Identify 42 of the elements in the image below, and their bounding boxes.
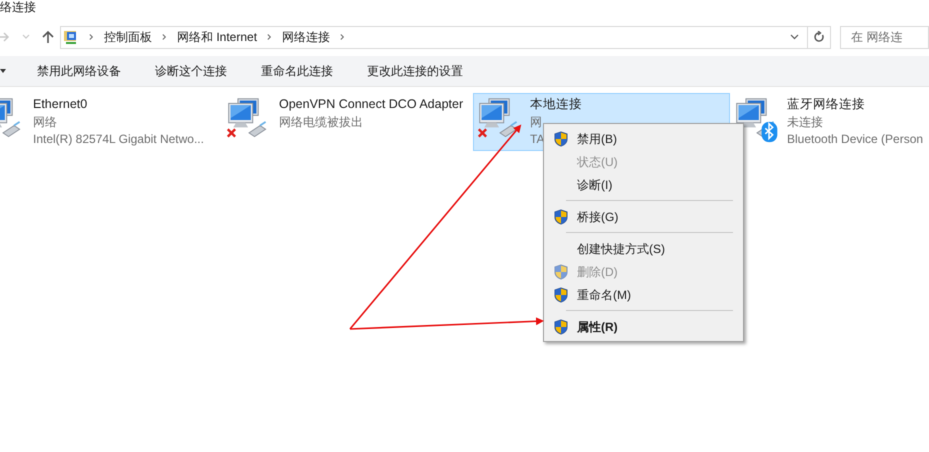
up-arrow-icon[interactable] xyxy=(42,30,54,44)
caret-icon[interactable] xyxy=(0,69,6,73)
shield-icon xyxy=(554,286,568,302)
menu-item[interactable]: 重命名(M) xyxy=(546,283,741,306)
adapter-name: OpenVPN Connect DCO Adapter xyxy=(279,96,464,113)
adapter-status: 网 xyxy=(530,114,542,130)
breadcrumb[interactable]: 网络连接 xyxy=(282,28,330,46)
address-bar[interactable]: 控制面板 网络和 Internet 网络连接 xyxy=(60,26,831,48)
menu-item[interactable]: 创建快捷方式(S) xyxy=(546,237,741,260)
shield-icon xyxy=(554,130,568,146)
toolbar-button[interactable]: 禁用此网络设备 xyxy=(37,62,121,80)
toolbar-button[interactable]: 重命名此连接 xyxy=(261,62,333,80)
chevron-right-icon[interactable] xyxy=(267,33,272,41)
breadcrumb[interactable]: 网络和 Internet xyxy=(177,28,258,46)
menu-item[interactable]: 桥接(G) xyxy=(546,205,741,228)
search-placeholder: 在 网络连 xyxy=(851,29,902,46)
chevron-right-icon[interactable] xyxy=(340,33,346,41)
adapter-status: 网络 xyxy=(33,114,57,130)
search-field[interactable]: 在 网络连 xyxy=(840,26,929,48)
adapter-item[interactable]: OpenVPN Connect DCO Adapter 网络电缆被拔出 xyxy=(222,93,473,151)
chevron-right-icon[interactable] xyxy=(162,33,167,41)
adapter-name: 本地连接 xyxy=(530,96,582,113)
chevron-down-icon[interactable] xyxy=(790,34,799,40)
menu-item[interactable]: 诊断(I) xyxy=(546,173,741,196)
menu-item[interactable]: 属性(R) xyxy=(546,315,741,338)
adapter-device: Bluetooth Device (Person xyxy=(787,131,924,148)
control-panel-icon xyxy=(63,29,79,45)
adapter-status: 未连接 xyxy=(787,114,823,130)
adapter-device: Intel(R) 82574L Gigabit Netwo... xyxy=(33,131,204,148)
shield-icon xyxy=(554,208,568,224)
shield-icon xyxy=(554,318,568,334)
chevron-right-icon[interactable] xyxy=(89,33,94,41)
toolbar-button[interactable]: 更改此连接的设置 xyxy=(367,62,463,80)
toolbar-button[interactable]: 诊断这个连接 xyxy=(155,62,227,80)
window-title: 络连接 xyxy=(0,0,36,14)
adapter-name: 蓝牙网络连接 xyxy=(787,96,865,113)
shield-icon xyxy=(554,264,568,280)
breadcrumb[interactable]: 控制面板 xyxy=(104,28,152,46)
adapter-name: Ethernet0 xyxy=(33,96,88,113)
adapter-item[interactable]: Ethernet0 网络 Intel(R) 82574L Gigabit Netwo... xyxy=(0,93,222,151)
adapter-status: 网络电缆被拔出 xyxy=(279,114,363,130)
refresh-icon[interactable] xyxy=(813,31,825,43)
